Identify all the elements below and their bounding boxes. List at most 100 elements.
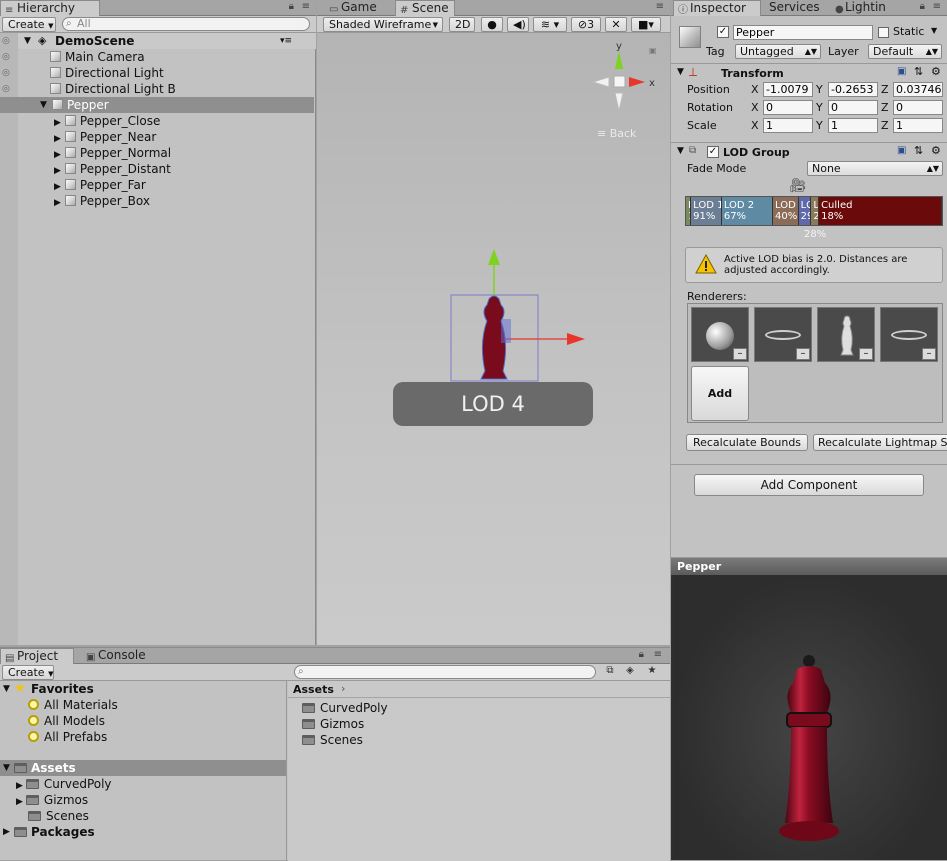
static-caret-icon[interactable]: ▼ [931, 26, 937, 35]
hierarchy-child-row[interactable]: ▶ Pepper_Close [54, 113, 160, 129]
renderer-thumb-pepper[interactable]: – [817, 307, 875, 362]
layer-dropdown[interactable]: Default ▲▼ [868, 44, 942, 59]
panel-menu-icon[interactable]: ≡ [302, 1, 310, 12]
preset-icon[interactable]: ⇅ [914, 144, 923, 157]
scene-menu-icon[interactable]: ▾≡ [280, 33, 292, 49]
lod-band-segment[interactable]: L2 [811, 197, 820, 225]
lod-band-segment[interactable]: LOD 1 91% [691, 197, 722, 225]
tab-lighting[interactable]: ● Lightin [831, 0, 892, 16]
tab-scene[interactable]: # Scene [395, 0, 455, 16]
recalculate-bounds-button[interactable]: Recalculate Bounds [686, 434, 808, 451]
collapse-arrow-icon[interactable]: ▶ [54, 118, 61, 128]
favorite-item[interactable]: All Models [28, 713, 105, 729]
rotation-z-field[interactable]: 0 [893, 100, 943, 115]
tab-inspector[interactable]: ⓘ Inspector [673, 0, 761, 16]
collapse-arrow-icon[interactable]: ▶ [3, 824, 10, 840]
scale-y-field[interactable]: 1 [828, 118, 878, 133]
lod-band-segment[interactable]: LOD 2 67% [721, 197, 774, 225]
static-checkbox[interactable] [878, 27, 889, 38]
favorite-star-icon[interactable]: ★ [644, 665, 660, 679]
add-component-button[interactable]: Add Component [694, 474, 924, 496]
hidden-objects-button[interactable]: ⊘3 [571, 17, 601, 32]
gear-icon[interactable]: ⚙ [931, 144, 941, 157]
lod-group-enabled-checkbox[interactable]: ✓ [707, 146, 719, 158]
lod-group-header[interactable]: ▼ ⧉ ✓ LOD Group ▣ ⇅ ⚙ [671, 142, 947, 160]
active-checkbox[interactable]: ✓ [717, 26, 729, 38]
content-folder-item[interactable]: Gizmos [302, 716, 364, 732]
scene-viewport[interactable]: y x ▣ ≡ Back LOD 4 [317, 33, 670, 645]
position-y-field[interactable]: -0.2653 [828, 82, 878, 97]
collapse-arrow-icon[interactable]: ▼ [677, 146, 684, 156]
panel-menu-icon[interactable]: ≡ [654, 649, 662, 660]
remove-renderer-button[interactable]: – [859, 348, 873, 360]
lock-icon[interactable]: 🔒︎ [920, 1, 925, 12]
asset-folder-row[interactable]: ▶ CurvedPoly [16, 776, 112, 792]
packages-row[interactable]: ▶ Packages [0, 824, 286, 840]
preset-icon[interactable]: ⇅ [914, 65, 923, 78]
scale-x-field[interactable]: 1 [763, 118, 813, 133]
panel-menu-icon[interactable]: ≡ [933, 1, 941, 12]
lock-icon[interactable]: 🔒︎ [289, 1, 294, 12]
scene-row[interactable]: ▼ ◈ DemoScene ▾≡ [18, 33, 316, 49]
tab-hierarchy[interactable]: ≡ Hierarchy [0, 0, 100, 16]
hierarchy-create-button[interactable]: Create ▼ [2, 17, 56, 32]
rotation-x-field[interactable]: 0 [763, 100, 813, 115]
effects-toggle-button[interactable]: ≋ ▾ [533, 17, 567, 32]
hierarchy-child-row[interactable]: ▶ Pepper_Near [54, 129, 156, 145]
remove-renderer-button[interactable]: – [922, 348, 936, 360]
camera-settings-button[interactable]: ■▾ [631, 17, 661, 32]
search-by-type-icon[interactable]: ⧉ [602, 665, 618, 679]
collapse-arrow-icon[interactable]: ▶ [54, 198, 61, 208]
expand-arrow-icon[interactable]: ▼ [40, 97, 47, 113]
hierarchy-child-row[interactable]: ▶ Pepper_Distant [54, 161, 171, 177]
content-folder-item[interactable]: CurvedPoly [302, 700, 388, 716]
collapse-arrow-icon[interactable]: ▶ [54, 134, 61, 144]
lock-icon[interactable]: 🔒︎ [639, 649, 644, 660]
hierarchy-child-row[interactable]: ▶ Pepper_Far [54, 177, 146, 193]
tag-dropdown[interactable]: Untagged ▲▼ [735, 44, 821, 59]
lod-bar[interactable]: LO10LOD 191%LOD 267%LOD40%LC29L2Culled18… [685, 196, 943, 226]
recalculate-lightmap-button[interactable]: Recalculate Lightmap S [813, 434, 947, 451]
expand-arrow-icon[interactable]: ▼ [24, 33, 31, 49]
transform-header[interactable]: ▼ ⟂ Transform ▣ ⇅ ⚙ [671, 63, 947, 81]
renderer-thumb-sphere[interactable]: – [691, 307, 749, 362]
orientation-gizmo[interactable]: y x ▣ [589, 41, 665, 113]
renderer-thumb-ring[interactable]: – [754, 307, 812, 362]
add-renderer-button[interactable]: Add [691, 366, 749, 421]
visibility-eye-icon[interactable]: ◎ [2, 52, 10, 62]
search-by-label-icon[interactable]: ◈ [622, 665, 638, 679]
content-folder-item[interactable]: Scenes [302, 732, 363, 748]
lod-band-segment[interactable]: LOD 40% [773, 197, 799, 225]
collapse-arrow-icon[interactable]: ▶ [54, 150, 61, 160]
collapse-arrow-icon[interactable]: ▶ [16, 797, 23, 807]
collapse-arrow-icon[interactable]: ▼ [677, 67, 684, 77]
project-create-button[interactable]: Create ▼ [2, 665, 54, 680]
lighting-toggle-button[interactable]: ● [481, 17, 503, 32]
preview-viewport[interactable] [673, 575, 947, 860]
position-x-field[interactable]: -1.0079 [763, 82, 813, 97]
fade-mode-dropdown[interactable]: None ▲▼ [807, 161, 943, 176]
lod-band-segment[interactable]: LC29 [798, 197, 812, 225]
collapse-arrow-icon[interactable]: ▶ [16, 781, 23, 791]
expand-arrow-icon[interactable]: ▼ [3, 760, 10, 776]
hierarchy-search-input[interactable]: ⌕ All [62, 17, 310, 31]
renderer-thumb-ring-2[interactable]: – [880, 307, 938, 362]
tab-project[interactable]: ▤ Project [0, 648, 74, 664]
visibility-eye-icon[interactable]: ◎ [2, 36, 10, 46]
hierarchy-item-main-camera[interactable]: Main Camera [50, 49, 145, 65]
remove-renderer-button[interactable]: – [733, 348, 747, 360]
asset-folder-row[interactable]: ▶ Gizmos [16, 792, 88, 808]
lod-camera-icon[interactable]: 🎥︎ [789, 178, 807, 194]
favorite-item[interactable]: All Prefabs [28, 729, 107, 745]
asset-folder-row[interactable]: Scenes [28, 808, 89, 824]
visibility-eye-icon[interactable]: ◎ [2, 84, 10, 94]
gear-icon[interactable]: ⚙ [931, 65, 941, 78]
remove-renderer-button[interactable]: – [796, 348, 810, 360]
favorites-row[interactable]: ▼ ★ Favorites [0, 681, 286, 697]
hierarchy-item-pepper-selected[interactable]: ▼ Pepper [0, 97, 314, 113]
help-icon[interactable]: ▣ [897, 145, 906, 156]
hierarchy-item-directional-light[interactable]: Directional Light [50, 65, 164, 81]
scale-z-field[interactable]: 1 [893, 118, 943, 133]
audio-toggle-button[interactable]: ◀) [507, 17, 529, 32]
rotation-y-field[interactable]: 0 [828, 100, 878, 115]
